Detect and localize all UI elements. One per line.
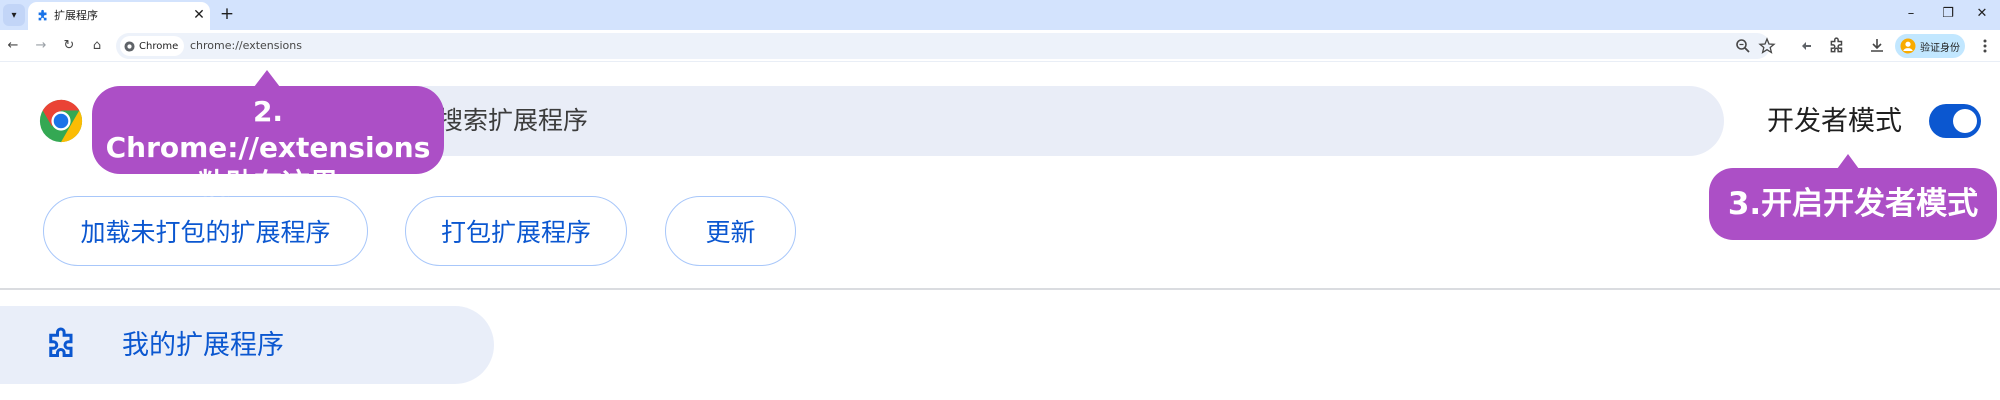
tab-close-icon[interactable]: ✕ <box>190 6 208 24</box>
profile-button[interactable]: 验证身份 <box>1895 34 1965 58</box>
puzzle-icon <box>38 9 47 21</box>
toggle-knob <box>1953 109 1977 133</box>
address-bar[interactable]: Chrome chrome://extensions <box>116 33 1776 59</box>
callout-arrow <box>1837 154 1859 169</box>
site-info-chip[interactable]: Chrome <box>120 36 185 56</box>
load-unpacked-button[interactable]: 加载未打包的扩展程序 <box>43 196 368 266</box>
chrome-icon <box>124 40 135 52</box>
developer-mode-label: 开发者模式 <box>1767 106 1902 137</box>
zoom-icon[interactable] <box>1734 37 1752 55</box>
puzzle-icon[interactable] <box>1828 37 1846 55</box>
sidebar-item-label: 我的扩展程序 <box>122 330 284 361</box>
puzzle-icon <box>49 327 73 357</box>
search-placeholder: 搜索扩展程序 <box>438 106 589 135</box>
reload-button[interactable]: ↻ <box>58 35 80 57</box>
annotation-callout-paste-url: 2. Chrome://extensions 粘贴在这里 <box>92 86 444 200</box>
tab-title: 扩展程序 <box>54 9 98 22</box>
tab-extensions[interactable]: 扩展程序 ✕ <box>28 2 210 30</box>
callout-line: 粘贴在这里 <box>197 167 338 200</box>
annotation-callout-dev-mode: 3.开启开发者模式 <box>1709 168 1997 240</box>
profile-label: 验证身份 <box>1920 42 1960 54</box>
forward-button[interactable]: → <box>30 35 52 57</box>
restore-button[interactable]: ❐ <box>1934 3 1962 25</box>
avatar-icon <box>1900 38 1916 54</box>
browser-toolbar: ← → ↻ ⌂ Chrome chrome://extensions 验证身份 <box>0 30 2000 62</box>
site-chip-label: Chrome <box>139 40 179 52</box>
new-tab-button[interactable]: + <box>216 3 238 25</box>
chrome-logo-icon <box>39 99 83 143</box>
callout-arrow <box>254 70 280 87</box>
close-window-button[interactable]: ✕ <box>1968 3 1996 25</box>
divider <box>0 288 2000 290</box>
developer-mode-toggle[interactable] <box>1929 104 1981 138</box>
star-icon[interactable] <box>1758 37 1776 55</box>
minimize-button[interactable]: – <box>1897 3 1925 25</box>
back-button[interactable]: ← <box>2 35 24 57</box>
chevron-down-icon: ▾ <box>11 9 17 21</box>
tab-sync-icon[interactable] <box>1798 37 1816 55</box>
url-text[interactable]: chrome://extensions <box>190 39 302 53</box>
download-icon[interactable] <box>1868 37 1886 55</box>
tab-search-button[interactable]: ▾ <box>3 4 25 26</box>
pack-extension-button[interactable]: 打包扩展程序 <box>405 196 627 266</box>
title-bar: ▾ 扩展程序 ✕ + – ❐ ✕ <box>0 0 2000 30</box>
kebab-menu-icon[interactable] <box>1976 37 1994 55</box>
update-button[interactable]: 更新 <box>665 196 796 266</box>
sidebar-item-my-extensions[interactable]: 我的扩展程序 <box>0 306 494 384</box>
home-button[interactable]: ⌂ <box>86 35 108 57</box>
callout-line: 2. Chrome://extensions <box>105 95 431 164</box>
